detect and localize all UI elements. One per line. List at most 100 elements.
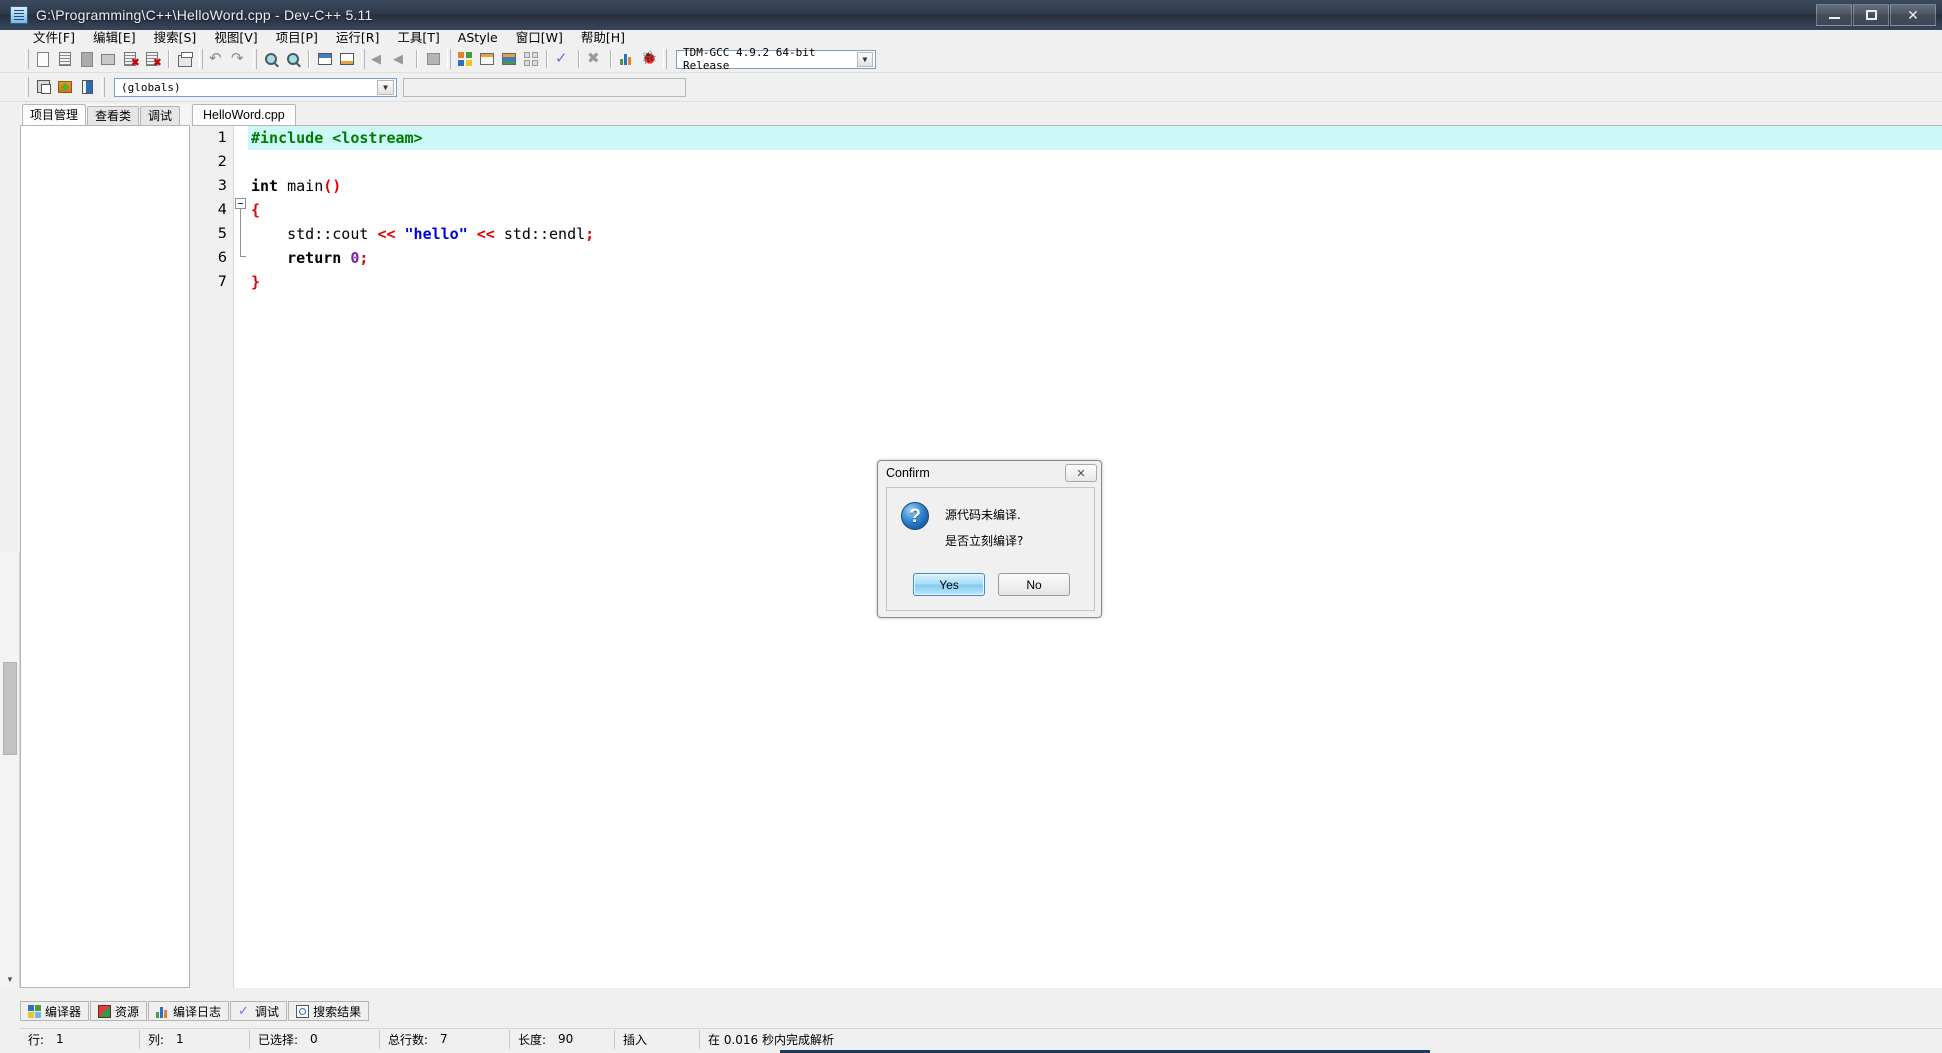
menu-edit[interactable]: 编辑[E] bbox=[84, 30, 145, 46]
dialog-close-button[interactable]: ✕ bbox=[1065, 464, 1097, 482]
bottom-tab-search-results[interactable]: 搜索结果 bbox=[288, 1001, 370, 1021]
toolbar2-grip[interactable] bbox=[25, 77, 29, 97]
tab-debug[interactable]: 调试 bbox=[140, 106, 181, 125]
undo-button[interactable]: ↶ bbox=[206, 48, 228, 70]
toolbar-grip-2[interactable] bbox=[199, 49, 203, 69]
fold-collapse-icon[interactable] bbox=[235, 198, 246, 209]
scope-select[interactable]: (globals) ▼ bbox=[114, 77, 397, 97]
toolbar2-grip-2[interactable] bbox=[101, 77, 105, 97]
dialog-body: ? 源代码未编译. 是否立刻编译? Yes No bbox=[886, 487, 1095, 611]
code-line[interactable]: int main() bbox=[248, 174, 1942, 198]
toolbar-grip[interactable] bbox=[25, 49, 29, 69]
code-token: std::endl bbox=[494, 225, 586, 243]
status-row-value: 1 bbox=[56, 1032, 64, 1046]
redo-button[interactable]: ↷ bbox=[228, 48, 250, 70]
save-icon bbox=[79, 51, 95, 67]
menu-tools[interactable]: 工具[T] bbox=[388, 30, 448, 46]
code-token: #include bbox=[251, 129, 333, 147]
run-icon bbox=[479, 51, 495, 67]
replace-button[interactable] bbox=[282, 48, 304, 70]
toolbar-grip-6[interactable] bbox=[663, 49, 667, 69]
menu-file[interactable]: 文件[F] bbox=[24, 30, 84, 46]
bottom-tab-compile-log-label: 编译日志 bbox=[173, 1004, 222, 1019]
bottom-tab-debug[interactable]: ✓ 调试 bbox=[230, 1001, 288, 1021]
minimize-button[interactable] bbox=[1816, 4, 1852, 26]
rebuild-button[interactable] bbox=[520, 48, 542, 70]
scope-select-value: (globals) bbox=[121, 80, 181, 94]
devcpp-window: G:\Programming\C++\HelloWord.cpp - Dev-C… bbox=[0, 0, 1942, 1053]
outer-vertical-scrollbar[interactable]: ▼ bbox=[0, 552, 20, 988]
confirm-dialog: Confirm ✕ ? 源代码未编译. 是否立刻编译? Yes No bbox=[877, 460, 1102, 618]
compiler-select[interactable]: TDM-GCC 4.9.2 64-bit Release ▼ bbox=[676, 46, 876, 72]
status-row: 行: 1 bbox=[20, 1029, 140, 1049]
code-line[interactable]: std::cout << "hello" << std::endl; bbox=[248, 222, 1942, 246]
bottom-tab-resources[interactable]: 资源 bbox=[90, 1001, 148, 1021]
menu-project[interactable]: 项目[P] bbox=[267, 30, 327, 46]
line-number: 7 bbox=[217, 274, 227, 290]
code-line[interactable]: return 0; bbox=[248, 246, 1942, 270]
open-file-button[interactable] bbox=[54, 48, 76, 70]
chevron-down-icon-2[interactable]: ▼ bbox=[377, 79, 394, 95]
print-button[interactable] bbox=[174, 48, 196, 70]
code-line[interactable]: #include <lostream> bbox=[248, 126, 1942, 150]
back-button[interactable]: ◀ bbox=[368, 48, 390, 70]
chevron-down-icon[interactable]: ▼ bbox=[856, 51, 873, 67]
save-button[interactable] bbox=[76, 48, 98, 70]
save-all-button[interactable] bbox=[98, 48, 120, 70]
search-replace-icon bbox=[285, 51, 301, 67]
list-button[interactable] bbox=[422, 48, 444, 70]
toolbar-separator-5 bbox=[578, 50, 580, 68]
new-project-button[interactable] bbox=[32, 76, 54, 98]
status-length: 长度: 90 bbox=[510, 1029, 615, 1049]
search-results-icon bbox=[296, 1004, 310, 1018]
scroll-down-icon[interactable]: ▼ bbox=[0, 971, 20, 988]
status-insert-mode: 插入 bbox=[615, 1029, 700, 1049]
bottom-tab-compiler[interactable]: 编译器 bbox=[20, 1001, 90, 1021]
toolbar-grip-4[interactable] bbox=[361, 49, 365, 69]
dialog-yes-button[interactable]: Yes bbox=[913, 573, 985, 596]
syntax-check-button[interactable]: ✓ bbox=[552, 48, 574, 70]
menu-window[interactable]: 窗口[W] bbox=[507, 30, 572, 46]
bottom-tab-compile-log[interactable]: 编译日志 bbox=[148, 1001, 230, 1021]
compile-button[interactable] bbox=[454, 48, 476, 70]
goto-function-button[interactable] bbox=[336, 48, 358, 70]
close-file-button[interactable]: ✖ bbox=[120, 48, 142, 70]
scrollbar-thumb[interactable] bbox=[3, 662, 17, 755]
run-button[interactable] bbox=[476, 48, 498, 70]
profile-button[interactable] bbox=[616, 48, 638, 70]
menu-run[interactable]: 运行[R] bbox=[327, 30, 388, 46]
bottom-tab-resources-label: 资源 bbox=[115, 1004, 140, 1019]
compile-run-icon bbox=[501, 51, 517, 67]
close-file-icon: ✖ bbox=[123, 51, 140, 69]
code-line[interactable] bbox=[248, 150, 1942, 174]
forward-button[interactable]: ◀ bbox=[390, 48, 412, 70]
file-tab-helloword[interactable]: HelloWord.cpp bbox=[192, 104, 296, 125]
close-all-button[interactable]: ✖ bbox=[142, 48, 164, 70]
menu-view[interactable]: 视图[V] bbox=[205, 30, 266, 46]
status-selected-label: 已选择: bbox=[258, 1032, 299, 1047]
debug-button[interactable]: 🐞 bbox=[638, 48, 660, 70]
close-button[interactable]: ✕ bbox=[1890, 4, 1936, 26]
project-tree-area[interactable] bbox=[20, 125, 190, 988]
toolbar-grip-5[interactable] bbox=[447, 49, 451, 69]
help-book-button[interactable] bbox=[76, 76, 98, 98]
toolbar-grip-3[interactable] bbox=[253, 49, 257, 69]
code-line[interactable]: } bbox=[248, 270, 1942, 294]
new-file-button[interactable] bbox=[32, 48, 54, 70]
tab-project-manager[interactable]: 项目管理 bbox=[22, 104, 87, 125]
tab-class-browser[interactable]: 查看类 bbox=[87, 106, 140, 125]
menu-search[interactable]: 搜索[S] bbox=[145, 30, 206, 46]
dialog-message-line1: 源代码未编译. bbox=[945, 508, 1021, 522]
member-select[interactable] bbox=[403, 77, 686, 97]
maximize-button[interactable] bbox=[1853, 4, 1889, 26]
stop-button[interactable]: ✖ bbox=[584, 48, 606, 70]
add-to-project-button[interactable] bbox=[54, 76, 76, 98]
menu-help[interactable]: 帮助[H] bbox=[572, 30, 634, 46]
compile-run-button[interactable] bbox=[498, 48, 520, 70]
goto-line-button[interactable] bbox=[314, 48, 336, 70]
menu-astyle[interactable]: AStyle bbox=[449, 30, 507, 46]
find-button[interactable] bbox=[260, 48, 282, 70]
dialog-no-button[interactable]: No bbox=[998, 573, 1070, 596]
line-number: 3 bbox=[217, 178, 227, 194]
code-line[interactable]: { bbox=[248, 198, 1942, 222]
